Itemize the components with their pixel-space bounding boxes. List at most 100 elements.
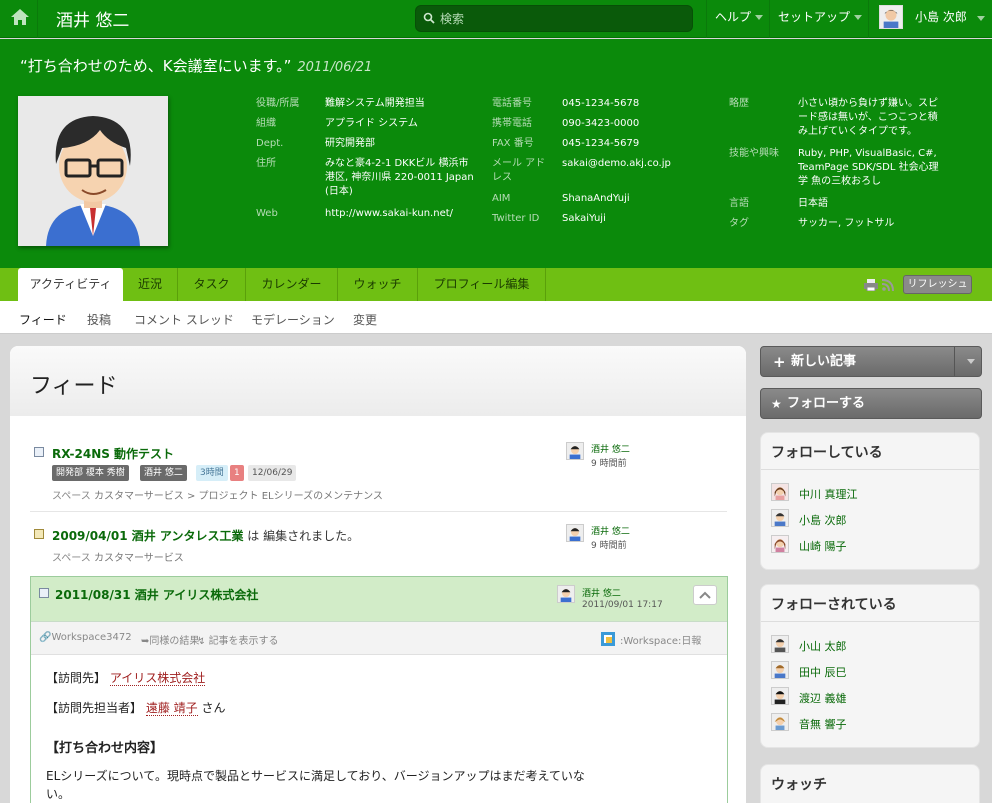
sub-nav: フィード 投稿 コメント スレッド モデレーション 変更 <box>0 301 992 334</box>
search-input[interactable] <box>440 9 685 28</box>
follower-user[interactable]: 音無 響子 <box>771 713 971 733</box>
home-button[interactable] <box>0 0 38 38</box>
user-name: 小島 次郎 <box>799 514 847 527</box>
print-icon[interactable] <box>864 279 878 291</box>
followers-box: フォローされている 小山 太郎 田中 辰巳 渡辺 義雄 音無 響子 <box>760 584 980 748</box>
collapse-button[interactable] <box>693 585 717 605</box>
email-link[interactable]: sakai@demo.akj.co.jp <box>562 157 671 171</box>
website-link[interactable]: http://www.sakai-kun.net/ <box>325 207 453 221</box>
space-path: スペース カスタマーサービス <box>52 549 184 564</box>
follow-button[interactable]: ★ フォローする <box>760 388 982 419</box>
subtab-moderation[interactable]: モデレーション <box>251 311 335 328</box>
watch-box: ウォッチ <box>760 764 980 803</box>
visit-row: 【訪問先】 アイリス株式会社 <box>46 669 206 686</box>
following-user[interactable]: 中川 真理江 <box>771 483 971 503</box>
chevron-down-icon <box>755 15 764 20</box>
feed-item-action: は 編集されました。 <box>247 529 360 543</box>
workspace-name[interactable]: :Workspace:日報 <box>620 632 701 647</box>
field-value: 研究開発部 <box>325 138 375 149</box>
new-post-button[interactable]: + 新しい記事 <box>760 346 982 377</box>
author-avatar <box>566 524 584 542</box>
duration-badge: 3時間 <box>196 465 228 481</box>
author-name[interactable]: 酒井 悠二 <box>591 442 630 455</box>
chevron-down-icon <box>854 15 863 20</box>
field-label: メール アドレス <box>492 158 546 183</box>
follower-user[interactable]: 小山 太郎 <box>771 635 971 655</box>
new-post-dropdown[interactable] <box>954 347 982 376</box>
space-path: スペース カスタマーサービス > プロジェクト ELシリーズのメンテナンス <box>52 487 383 502</box>
user-avatar <box>771 483 789 501</box>
setup-menu[interactable]: セットアップ <box>769 0 867 38</box>
author-name[interactable]: 酒井 悠二 <box>582 586 621 599</box>
status-date: 2011/06/21 <box>297 60 373 75</box>
tab-profile-edit[interactable]: プロフィール編集 <box>418 268 546 301</box>
view-article-link[interactable]: ↯ 記事を表示する <box>197 632 279 647</box>
feed-item-title[interactable]: 2011/08/31 酒井 アイリス株式会社 <box>55 586 258 603</box>
field-value: 045-1234-5678 <box>562 98 640 109</box>
space-path-link[interactable]: カスタマーサービス <box>94 553 184 564</box>
user-name: 小山 太郎 <box>799 640 847 653</box>
field-label: 略歴 <box>729 98 749 109</box>
feed-item-expanded: 2011/08/31 酒井 アイリス株式会社 酒井 悠二 2011/09/01 … <box>30 576 728 803</box>
subtab-changes[interactable]: 変更 <box>353 311 377 328</box>
owner-badge[interactable]: 酒井 悠二 <box>140 465 187 481</box>
section-heading: 【打ち合わせ内容】 <box>46 741 164 756</box>
followers-title: フォローされている <box>771 597 897 613</box>
user-avatar <box>771 713 789 731</box>
user-name: 小島 次郎 <box>915 10 967 24</box>
field-label: FAX 番号 <box>492 138 534 149</box>
tab-activity[interactable]: アクティビティ <box>18 268 123 301</box>
item-toolbar: 🔗Workspace3472 ➥同様の結果 ↯ 記事を表示する :Workspa… <box>31 621 727 655</box>
assignee-badge[interactable]: 開発部 榎本 秀樹 <box>52 465 129 481</box>
field-value: 045-1234-5679 <box>562 138 640 149</box>
user-avatar <box>771 661 789 679</box>
user-name: 渡辺 義雄 <box>799 692 847 705</box>
user-name: 音無 響子 <box>799 718 847 731</box>
user-avatar <box>771 509 789 527</box>
tab-calendar[interactable]: カレンダー <box>246 268 338 301</box>
tab-tasks[interactable]: タスク <box>178 268 246 301</box>
workspace-link[interactable]: 🔗Workspace3472 <box>39 632 132 643</box>
plus-icon: + <box>773 353 786 371</box>
follower-user[interactable]: 渡辺 義雄 <box>771 687 971 707</box>
workspace-icon <box>601 632 615 646</box>
tab-recent[interactable]: 近況 <box>123 268 178 301</box>
user-name: 中川 真理江 <box>799 488 858 501</box>
tab-watch[interactable]: ウォッチ <box>338 268 418 301</box>
search-box[interactable] <box>415 5 693 32</box>
star-icon: ★ <box>771 397 782 411</box>
refresh-button[interactable]: リフレッシュ <box>903 275 972 294</box>
similar-results-label: 同様の結果 <box>149 636 200 647</box>
following-user[interactable]: 山崎 陽子 <box>771 535 971 555</box>
expanded-header: 2011/08/31 酒井 アイリス株式会社 酒井 悠二 2011/09/01 … <box>31 577 727 621</box>
help-menu[interactable]: ヘルプ <box>706 0 768 38</box>
user-menu[interactable]: 小島 次郎 <box>868 0 992 38</box>
field-value: SakaiYuji <box>562 213 606 224</box>
feed-item-title[interactable]: RX-24NS 動作テスト <box>52 445 174 462</box>
company-link[interactable]: アイリス株式会社 <box>109 671 206 686</box>
following-user[interactable]: 小島 次郎 <box>771 509 971 529</box>
contact-link[interactable]: 遠藤 靖子 <box>145 701 198 716</box>
field-label: Web <box>256 208 278 219</box>
field-label: 技能や興味 <box>729 148 779 159</box>
rss-icon[interactable] <box>882 279 894 291</box>
field-label: 電話番号 <box>492 98 532 109</box>
feed-item-title[interactable]: 2009/04/01 酒井 アンタレス工業 <box>52 529 243 543</box>
author-name[interactable]: 酒井 悠二 <box>591 524 630 537</box>
feed-title: フィード <box>30 374 118 399</box>
contact-row: 【訪問先担当者】 遠藤 靖子 さん <box>46 699 226 716</box>
user-name: 山崎 陽子 <box>799 540 847 553</box>
subtab-posts[interactable]: 投稿 <box>87 311 111 328</box>
subtab-feed[interactable]: フィード <box>19 311 67 328</box>
chevron-down-icon <box>967 359 975 364</box>
follower-user[interactable]: 田中 辰巳 <box>771 661 971 681</box>
field-label: 携帯電話 <box>492 118 532 129</box>
field-label: 住所 <box>256 158 276 169</box>
field-label: AIM <box>492 193 511 204</box>
field-value: 難解システム開発担当 <box>325 98 425 109</box>
subtab-comment-threads[interactable]: コメント スレッド <box>134 311 234 328</box>
count-badge: 1 <box>230 465 244 481</box>
user-avatar <box>879 5 903 29</box>
similar-results-link[interactable]: ➥同様の結果 <box>141 632 199 647</box>
space-path-link[interactable]: カスタマーサービス > プロジェクト ELシリーズのメンテナンス <box>94 491 383 502</box>
